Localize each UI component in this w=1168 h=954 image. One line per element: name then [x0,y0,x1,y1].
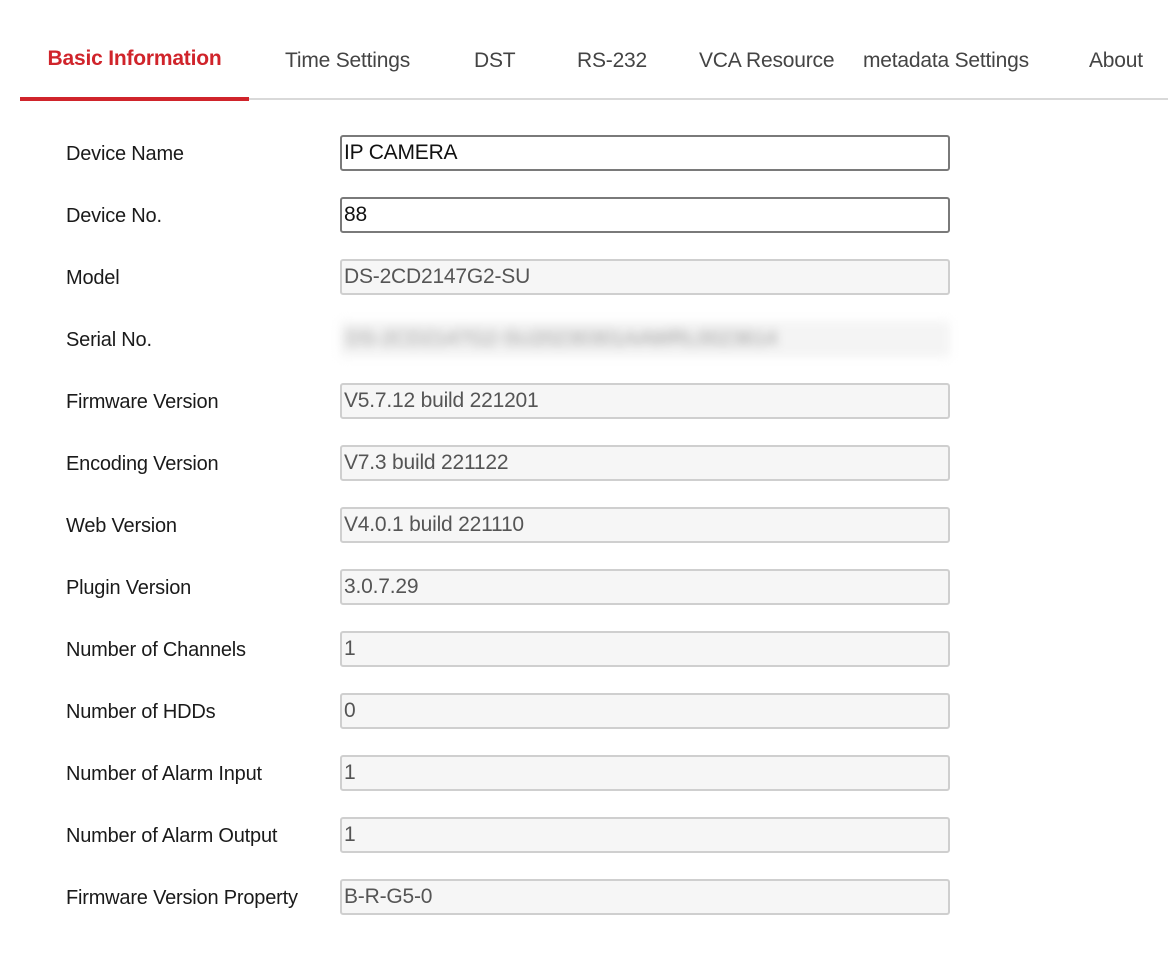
encoding-version-label: Encoding Version [66,453,219,475]
firmware-version-property-label: Firmware Version Property [66,887,298,909]
firmware-version-label: Firmware Version [66,391,219,413]
number-of-alarm-input-label: Number of Alarm Input [66,763,262,785]
tab-rs-232[interactable]: RS-232 [577,40,647,100]
device-name-input[interactable] [340,135,950,171]
number-of-alarm-output-field [340,817,950,853]
row-plugin-version: Plugin Version [66,569,966,605]
tab-time-settings[interactable]: Time Settings [285,40,410,100]
number-of-channels-label: Number of Channels [66,639,246,661]
row-firmware-version: Firmware Version [66,383,966,419]
plugin-version-label: Plugin Version [66,577,192,599]
row-number-of-alarm-input: Number of Alarm Input [66,755,966,791]
tab-basic-information[interactable]: Basic Information [20,40,249,101]
row-number-of-hdds: Number of HDDs [66,693,966,729]
tab-dst[interactable]: DST [474,40,516,100]
row-number-of-channels: Number of Channels [66,631,966,667]
row-encoding-version: Encoding Version [66,445,966,481]
serial-no-field [340,321,950,357]
model-field [340,259,950,295]
number-of-channels-field [340,631,950,667]
tab-vca-resource[interactable]: VCA Resource [699,40,835,100]
firmware-version-property-field [340,879,950,915]
number-of-hdds-label: Number of HDDs [66,701,216,723]
number-of-alarm-output-label: Number of Alarm Output [66,825,278,847]
device-name-label: Device Name [66,143,184,165]
web-version-label: Web Version [66,515,177,537]
row-number-of-alarm-output: Number of Alarm Output [66,817,966,853]
row-model: Model [66,259,966,295]
row-serial-no: Serial No. [66,321,966,357]
device-no-input[interactable] [340,197,950,233]
web-version-field [340,507,950,543]
tab-bar: Basic Information Time Settings DST RS-2… [20,40,1168,101]
row-device-no: Device No. [66,197,966,233]
plugin-version-field [340,569,950,605]
row-device-name: Device Name [66,135,966,171]
encoding-version-field [340,445,950,481]
row-firmware-version-property: Firmware Version Property [66,879,966,915]
device-no-label: Device No. [66,205,162,227]
model-label: Model [66,267,120,289]
tab-metadata-settings[interactable]: metadata Settings [863,40,1029,100]
tab-about[interactable]: About [1089,40,1143,100]
row-web-version: Web Version [66,507,966,543]
number-of-hdds-field [340,693,950,729]
serial-no-label: Serial No. [66,329,152,351]
firmware-version-field [340,383,950,419]
number-of-alarm-input-field [340,755,950,791]
